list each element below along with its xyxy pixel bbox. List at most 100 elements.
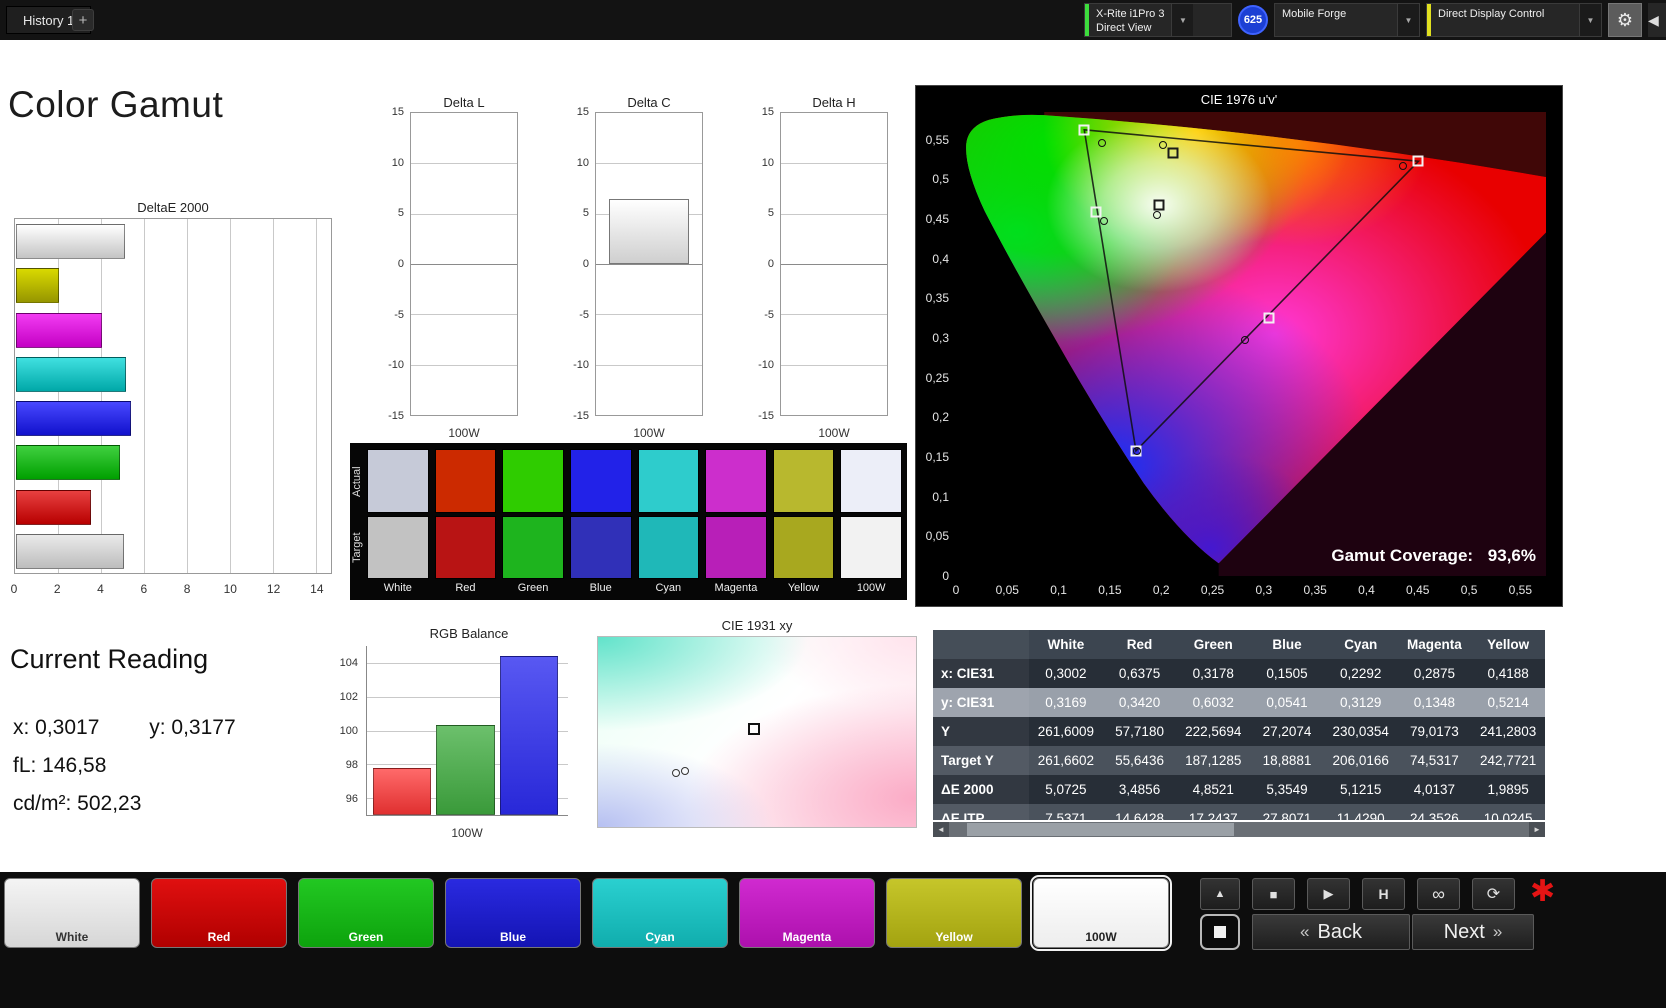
add-tab-button[interactable]: + bbox=[72, 9, 94, 31]
delta-plot bbox=[410, 112, 518, 416]
loop-icon[interactable]: ⟳ bbox=[1472, 878, 1515, 910]
deltae-bar-red bbox=[16, 489, 92, 525]
luminance-badge[interactable]: 625 bbox=[1238, 5, 1268, 35]
alert-asterisk-icon[interactable]: ✱ bbox=[1530, 874, 1555, 909]
swatch-actual bbox=[637, 449, 700, 513]
swatch-label: 100W bbox=[856, 582, 886, 594]
collapse-panel-icon[interactable]: ◀ bbox=[1648, 3, 1666, 37]
display-control-dropdown[interactable]: Direct Display Control ▼ bbox=[1426, 3, 1602, 37]
table-cell: 0,3420 bbox=[1118, 695, 1161, 710]
pattern-button-label: Blue bbox=[499, 930, 526, 944]
cie-target-white bbox=[1153, 199, 1165, 211]
table-cell: 7,5371 bbox=[1045, 811, 1087, 820]
meter-mode: Direct View bbox=[1096, 22, 1152, 35]
delta-x-label: 100W bbox=[633, 426, 665, 440]
scrollbar-thumb[interactable] bbox=[967, 823, 1234, 836]
delta-l-chart: Delta L 15 10 5 0 -5 -10 -15 100W bbox=[380, 95, 520, 442]
back-button[interactable]: « Back bbox=[1252, 914, 1410, 950]
table-row[interactable]: y: CIE31 0,3169 0,3420 0,6032 0,0541 0,3129 0,… bbox=[933, 688, 1545, 717]
meter-dropdown[interactable]: X-Rite i1Pro 3 Direct View ▼ bbox=[1084, 3, 1232, 37]
table-cell: 0,1348 bbox=[1413, 695, 1456, 710]
pattern-generator-dropdown[interactable]: Mobile Forge ▼ bbox=[1274, 3, 1420, 37]
infinity-icon[interactable]: ∞ bbox=[1417, 878, 1460, 910]
table-cell: 74,5317 bbox=[1410, 753, 1459, 768]
rgb-bar-green bbox=[436, 725, 495, 815]
deltae-x-tick: 2 bbox=[53, 582, 61, 596]
delta-y-tick: 10 bbox=[576, 156, 589, 169]
table-row[interactable]: x: CIE31 0,3002 0,6375 0,3178 0,1505 0,2292 0,… bbox=[933, 659, 1545, 688]
cie-y-tick: 0,45 bbox=[925, 212, 949, 227]
rgb-y-tick: 98 bbox=[345, 759, 358, 771]
delta-gridline bbox=[781, 163, 887, 165]
pattern-button-cyan[interactable]: Cyan bbox=[592, 878, 728, 948]
pattern-window-button[interactable] bbox=[1200, 914, 1240, 950]
table-cell: 5,0725 bbox=[1045, 782, 1087, 797]
pattern-button-yellow[interactable]: Yellow bbox=[886, 878, 1022, 948]
pattern-button-magenta[interactable]: Magenta bbox=[739, 878, 875, 948]
reading-x: x: 0,3017 bbox=[13, 716, 100, 739]
table-row[interactable]: Y 261,6009 57,7180 222,5694 27,2074 230,0354 7… bbox=[933, 717, 1545, 746]
table-cell: 222,5694 bbox=[1185, 724, 1242, 739]
pattern-button-blue[interactable]: Blue bbox=[445, 878, 581, 948]
delta-x-label: 100W bbox=[448, 426, 480, 440]
play-icon[interactable]: ▶ bbox=[1307, 878, 1350, 910]
scroll-left-icon[interactable]: ◄ bbox=[933, 822, 949, 837]
table-row[interactable]: ΔE 2000 5,0725 3,4856 4,8521 5,3549 5,1215 4,0… bbox=[933, 775, 1545, 804]
chevron-down-icon[interactable]: ▼ bbox=[1397, 4, 1419, 36]
deltae-plot bbox=[14, 218, 332, 574]
cie-target-green bbox=[1078, 124, 1090, 136]
table-header-row: White Red Green Blue Cyan Magenta Yellow bbox=[933, 630, 1545, 659]
table-cell: 0,3178 bbox=[1192, 666, 1234, 681]
table-cell: 0,1505 bbox=[1266, 666, 1308, 681]
swatch-label: Green bbox=[517, 582, 549, 594]
table-cell: 206,0166 bbox=[1332, 753, 1389, 768]
table-cell: 14,6428 bbox=[1115, 811, 1164, 820]
table-header-red: Red bbox=[1126, 637, 1153, 652]
rgb-y-labels: 104 102 100 98 96 bbox=[332, 646, 362, 816]
swatch-target bbox=[840, 515, 902, 579]
delta-y-labels: 15 10 5 0 -5 -10 -15 bbox=[380, 106, 406, 422]
delta-y-tick: -15 bbox=[388, 410, 404, 422]
table-cell: 0,6032 bbox=[1192, 695, 1234, 710]
swatch-target bbox=[705, 515, 767, 579]
swatch-actual bbox=[705, 449, 767, 513]
delta-y-tick: 5 bbox=[767, 207, 774, 220]
cie-x-tick: 0,35 bbox=[1303, 583, 1327, 597]
cie-x-tick: 0,45 bbox=[1406, 583, 1430, 597]
deltae-x-tick: 4 bbox=[97, 582, 104, 596]
up-arrow-icon[interactable]: ▲ bbox=[1200, 878, 1240, 910]
chevron-down-icon[interactable]: ▼ bbox=[1171, 4, 1194, 36]
deltae-2000-chart: DeltaE 2000 0 2 4 6 8 10 12 14 bbox=[11, 200, 334, 600]
cie-y-tick: 0,5 bbox=[932, 172, 949, 187]
pattern-button-100w[interactable]: 100W bbox=[1030, 875, 1172, 951]
swatch-target bbox=[569, 515, 632, 579]
scrollbar-track[interactable] bbox=[949, 822, 1529, 837]
pattern-button-red[interactable]: Red bbox=[151, 878, 287, 948]
chevron-down-icon[interactable]: ▼ bbox=[1579, 4, 1601, 36]
delta-y-labels: 15 10 5 0 -5 -10 -15 bbox=[750, 106, 776, 422]
actual-row-label: Actual bbox=[351, 466, 363, 498]
delta-gridline bbox=[596, 264, 702, 265]
table-cell: 0,3002 bbox=[1045, 666, 1087, 681]
cie-measured-white bbox=[1153, 211, 1162, 220]
delta-y-tick: -10 bbox=[573, 359, 589, 372]
gamut-coverage-value: 93,6% bbox=[1487, 546, 1536, 565]
pattern-button-green[interactable]: Green bbox=[298, 878, 434, 948]
table-scrollbar[interactable]: ◄ ► bbox=[933, 822, 1545, 837]
rgb-bar-blue bbox=[499, 656, 558, 815]
cie-target-yellow bbox=[1167, 147, 1179, 159]
delta-gridline bbox=[411, 264, 517, 265]
hold-icon[interactable]: H bbox=[1362, 878, 1405, 910]
pattern-window-icon bbox=[1214, 926, 1226, 938]
table-row[interactable]: Target Y 261,6602 55,6436 187,1285 18,8881 20… bbox=[933, 746, 1545, 775]
table-row[interactable]: ΔE ITP 7,5371 14,6428 17,2437 27,8071 11,4290… bbox=[933, 804, 1545, 820]
stop-icon[interactable]: ■ bbox=[1252, 878, 1295, 910]
swatch-target bbox=[502, 515, 564, 579]
next-button[interactable]: Next » bbox=[1412, 914, 1534, 950]
cie-y-tick: 0,55 bbox=[925, 132, 949, 147]
scroll-right-icon[interactable]: ► bbox=[1529, 822, 1545, 837]
gear-icon[interactable]: ⚙ bbox=[1608, 3, 1642, 37]
delta-bar bbox=[608, 198, 690, 264]
pattern-button-white[interactable]: White bbox=[4, 878, 140, 948]
pattern-button-label: 100W bbox=[1085, 930, 1117, 944]
